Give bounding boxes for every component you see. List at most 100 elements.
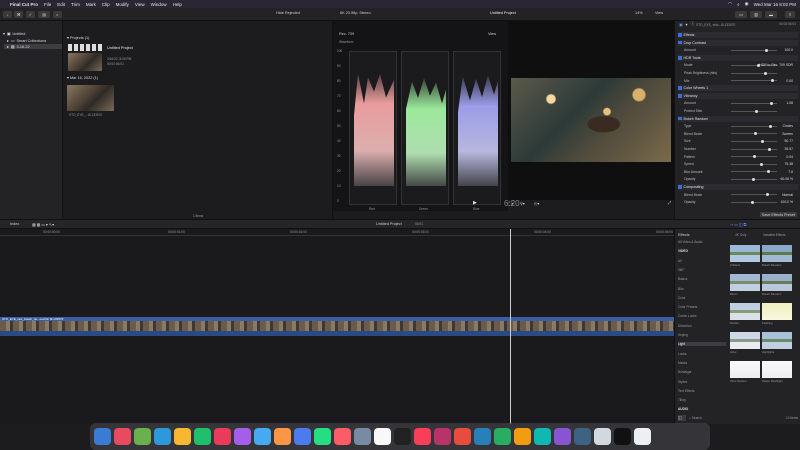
projects-header[interactable]: ▾ Projects (1) xyxy=(67,35,89,40)
effect-thumbnail[interactable] xyxy=(762,361,792,378)
smart-collections-item[interactable]: ▸ ▭ Smart Collections xyxy=(7,38,46,44)
project-name[interactable]: Untitled Project xyxy=(107,46,133,50)
parameter-value[interactable]: Normal xyxy=(782,193,793,197)
maps-icon[interactable] xyxy=(194,428,211,445)
parameter-slider[interactable] xyxy=(731,147,777,151)
parameter-slider[interactable] xyxy=(731,71,777,75)
scope-standard[interactable]: Rec. 709 xyxy=(339,32,354,36)
menu-mark[interactable]: Mark xyxy=(86,2,96,7)
parameter-value[interactable]: 1.08 xyxy=(786,101,793,105)
menu-trim[interactable]: Trim xyxy=(71,2,80,7)
parameter-slider[interactable] xyxy=(731,109,777,113)
inspector-parameter-row[interactable]: Number 39.57 xyxy=(679,146,797,152)
parameter-slider[interactable] xyxy=(731,139,777,143)
creative-cloud-icon[interactable] xyxy=(514,428,531,445)
effects-category-item[interactable]: Keying xyxy=(678,333,726,337)
info-icon[interactable]: ⓘ xyxy=(690,22,694,27)
effect-thumbnail[interactable] xyxy=(762,274,792,291)
timeline-project-name[interactable]: Untitled Project xyxy=(376,222,402,226)
slider-knob[interactable] xyxy=(761,139,764,143)
timeline-clip-filmstrip[interactable] xyxy=(0,321,674,331)
effect-thumbnail[interactable] xyxy=(730,332,760,349)
inspector-parameter-row[interactable]: Blur Amount 7.6 xyxy=(679,169,797,175)
slider-knob[interactable] xyxy=(753,155,756,159)
inspector-parameter-row[interactable]: Amount 100.0 xyxy=(679,47,797,53)
parameter-slider[interactable] xyxy=(731,200,777,204)
inspector-section-header[interactable]: Color Wheels 1 xyxy=(678,85,798,92)
photos-icon[interactable] xyxy=(214,428,231,445)
effects-category-item[interactable]: All xyxy=(678,259,726,263)
parameter-slider[interactable] xyxy=(731,162,777,166)
video-inspector-tab[interactable]: ▣ xyxy=(679,22,683,27)
inspector-parameter-row[interactable]: Blend Mode Screen xyxy=(679,131,797,137)
slider-knob[interactable] xyxy=(770,101,773,105)
inspector-section-header[interactable]: HDR Tools xyxy=(678,54,798,61)
parameter-value[interactable]: 60.06 % xyxy=(781,177,793,181)
parameter-value[interactable]: 7.6 xyxy=(788,170,793,174)
parameter-slider[interactable] xyxy=(731,193,777,197)
fullscreen-icon[interactable]: ⤢ xyxy=(668,201,671,205)
menu-view[interactable]: View xyxy=(135,2,145,7)
inspector-parameter-row[interactable]: Mix 0.00 xyxy=(679,78,797,84)
libraries-button[interactable]: ▤ xyxy=(38,11,50,18)
menu-edit[interactable]: Edit xyxy=(57,2,65,7)
slider-knob[interactable] xyxy=(751,200,754,204)
clip-appearance-icon[interactable]: ▦ ▦ ▭ ▾ ↖▾ xyxy=(32,222,54,227)
contacts-icon[interactable] xyxy=(254,428,271,445)
checkbox-icon[interactable] xyxy=(678,116,682,121)
effect-thumbnail[interactable] xyxy=(730,303,760,320)
control-center-icon[interactable]: ◉ xyxy=(745,1,749,7)
effects-search-field[interactable]: ⌕ Search xyxy=(689,416,702,420)
checkbox-icon[interactable] xyxy=(678,33,682,37)
inspector-parameter-row[interactable]: Blend Mode Normal xyxy=(679,192,797,198)
slider-knob[interactable] xyxy=(755,109,758,113)
timeline-toggle-button[interactable]: ▬ xyxy=(765,11,777,18)
parameter-value[interactable]: 75.38 xyxy=(785,162,794,166)
inspector-section-header[interactable]: Bokeh Random xyxy=(678,115,798,122)
inspector-toggle-button[interactable]: ▥ xyxy=(750,11,762,18)
enhance-icon[interactable]: ⚲▾ xyxy=(520,201,525,206)
search-icon[interactable]: ⌕ xyxy=(737,2,740,7)
index-button[interactable]: Index xyxy=(10,222,19,226)
numbers-icon[interactable] xyxy=(434,428,451,445)
inspector-parameter-row[interactable]: Opacity 60.06 % xyxy=(679,176,797,182)
parameter-value[interactable]: Circles xyxy=(783,124,793,128)
podcasts-icon[interactable] xyxy=(374,428,391,445)
effects-category-item[interactable]: Masks xyxy=(678,361,726,365)
menu-app-name[interactable]: Final Cut Pro xyxy=(10,2,38,7)
parameter-slider[interactable] xyxy=(731,124,777,128)
downloads-icon[interactable] xyxy=(594,428,611,445)
parameter-value[interactable]: 50.77 xyxy=(785,139,794,143)
library-item-untitled[interactable]: ▾ ▣ Untitled xyxy=(3,31,25,37)
checkbox-icon[interactable] xyxy=(678,185,682,189)
inspector-section-header[interactable]: Crop Contrast xyxy=(678,39,798,46)
slider-knob[interactable] xyxy=(754,132,757,136)
effect-thumbnail[interactable] xyxy=(762,303,792,320)
checkbox-icon[interactable] xyxy=(678,94,682,98)
checkbox-icon[interactable] xyxy=(678,86,682,90)
save-effects-preset-button[interactable]: Save Effects Preset xyxy=(759,212,797,217)
effects-category-item[interactable]: Color Presets xyxy=(678,305,726,309)
parameter-slider[interactable] xyxy=(731,48,777,52)
slider-knob[interactable] xyxy=(771,79,774,83)
parameter-slider[interactable] xyxy=(731,170,777,174)
effects-category-item[interactable]: AUDIO xyxy=(678,407,726,411)
trash-icon[interactable] xyxy=(634,428,651,445)
effects-category-item[interactable]: Color xyxy=(678,296,726,300)
preview-icon[interactable] xyxy=(534,428,551,445)
slider-knob[interactable] xyxy=(767,170,770,174)
parameter-slider[interactable] xyxy=(731,101,777,105)
parameter-slider[interactable] xyxy=(731,177,777,181)
wifi-icon[interactable]: ◠ xyxy=(728,1,732,7)
tv-icon[interactable] xyxy=(354,428,371,445)
slider-knob[interactable] xyxy=(765,48,768,52)
effects-category-item[interactable]: Light xyxy=(678,342,726,347)
reminders-icon[interactable] xyxy=(314,428,331,445)
layout-button[interactable]: ▭ xyxy=(735,11,747,18)
background-tasks-button[interactable]: ✓ xyxy=(26,11,35,18)
menu-datetime[interactable]: Wed Mar 16 8:02 PM xyxy=(754,2,796,7)
zoom-selector[interactable]: 14% xyxy=(635,11,643,15)
keyword-button[interactable]: ⌘ xyxy=(14,11,23,18)
view-menu[interactable]: View xyxy=(655,11,663,15)
filter-4k-only[interactable]: 4K Only xyxy=(735,233,746,237)
